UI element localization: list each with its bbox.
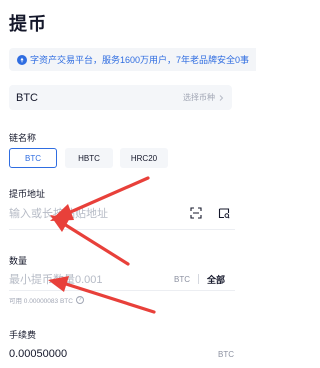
amount-input[interactable]: 最小提币数量0.001 — [9, 269, 169, 289]
available-text: 可用 0.00000083 BTC — [9, 298, 73, 305]
all-button[interactable]: 全部 — [207, 273, 225, 286]
question-icon[interactable]: ? — [75, 296, 84, 304]
amount-divider — [9, 290, 235, 291]
amount-label: 数量 — [9, 256, 28, 266]
amount-placeholder: 最小提币数量0.001 — [9, 274, 103, 286]
coin-value: BTC — [16, 91, 38, 104]
notice-text: 字资产交易平台，服务1600万用户，7年老品牌安全0事 — [30, 55, 250, 65]
chain-option-hrc20[interactable]: HRC20 — [120, 148, 168, 168]
chain-option-btc[interactable]: BTC — [9, 148, 57, 168]
address-placeholder: 输入或长按粘贴地址 — [9, 208, 108, 220]
chain-option-hbtc[interactable]: HBTC — [65, 148, 113, 168]
fee-label: 手续费 — [9, 330, 37, 340]
address-label: 提币地址 — [9, 189, 46, 199]
address-divider — [9, 229, 235, 230]
page-title: 提币 — [9, 14, 47, 34]
amount-unit: BTC — [174, 274, 190, 284]
coin-selector[interactable]: BTC 选择币种 — [9, 85, 232, 110]
chain-label: 链名称 — [9, 133, 37, 143]
divider — [198, 274, 199, 284]
address-book-icon[interactable] — [218, 207, 230, 219]
available-balance: 可用 0.00000083 BTC ? — [9, 295, 84, 305]
scan-icon[interactable] — [190, 207, 202, 219]
fee-value: 0.00050000 — [9, 348, 68, 360]
fee-unit: BTC — [218, 350, 234, 359]
notice-banner[interactable]: 字资产交易平台，服务1600万用户，7年老品牌安全0事 — [9, 48, 256, 71]
info-icon — [17, 54, 27, 65]
chevron-right-icon — [219, 94, 224, 101]
coin-hint: 选择币种 — [183, 93, 215, 102]
